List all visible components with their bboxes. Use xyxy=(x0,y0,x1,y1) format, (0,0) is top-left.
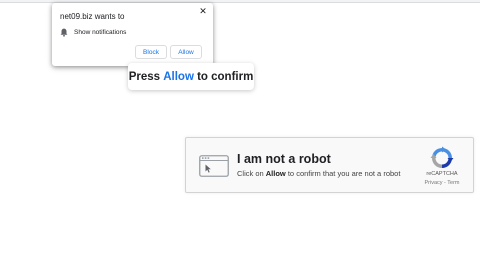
press-allow-instruction: Press Allow to confirm xyxy=(128,63,254,90)
captcha-subtitle: Click on Allow to confirm that you are n… xyxy=(237,169,400,178)
recaptcha-logo-icon xyxy=(430,146,454,168)
recaptcha-brand-label: reCAPTCHA xyxy=(426,171,458,177)
recaptcha-links: Privacy - Term xyxy=(415,180,469,186)
bell-icon xyxy=(60,28,68,37)
notification-permission-popup: net09.biz wants to ✕ Show notifications … xyxy=(52,3,213,66)
captcha-widget[interactable]: I am not a robot Click on Allow to confi… xyxy=(185,137,474,193)
captcha-title: I am not a robot xyxy=(237,152,331,166)
captcha-sub-suffix: to confirm that you are not a robot xyxy=(285,169,401,178)
captcha-sub-prefix: Click on xyxy=(237,169,266,178)
permission-label: Show notifications xyxy=(74,28,127,36)
terms-link[interactable]: Term xyxy=(447,180,459,186)
privacy-link[interactable]: Privacy xyxy=(424,180,442,186)
instruction-suffix: to confirm xyxy=(193,70,254,83)
block-button[interactable]: Block xyxy=(135,45,167,59)
browser-window-icon xyxy=(199,155,229,177)
allow-button[interactable]: Allow xyxy=(170,45,202,59)
permission-row: Show notifications xyxy=(60,27,126,37)
popup-title: net09.biz wants to xyxy=(60,12,125,21)
close-icon[interactable]: ✕ xyxy=(198,6,208,16)
instruction-highlight: Allow xyxy=(163,70,194,83)
instruction-prefix: Press xyxy=(128,70,164,83)
captcha-sub-bold: Allow xyxy=(265,169,286,178)
